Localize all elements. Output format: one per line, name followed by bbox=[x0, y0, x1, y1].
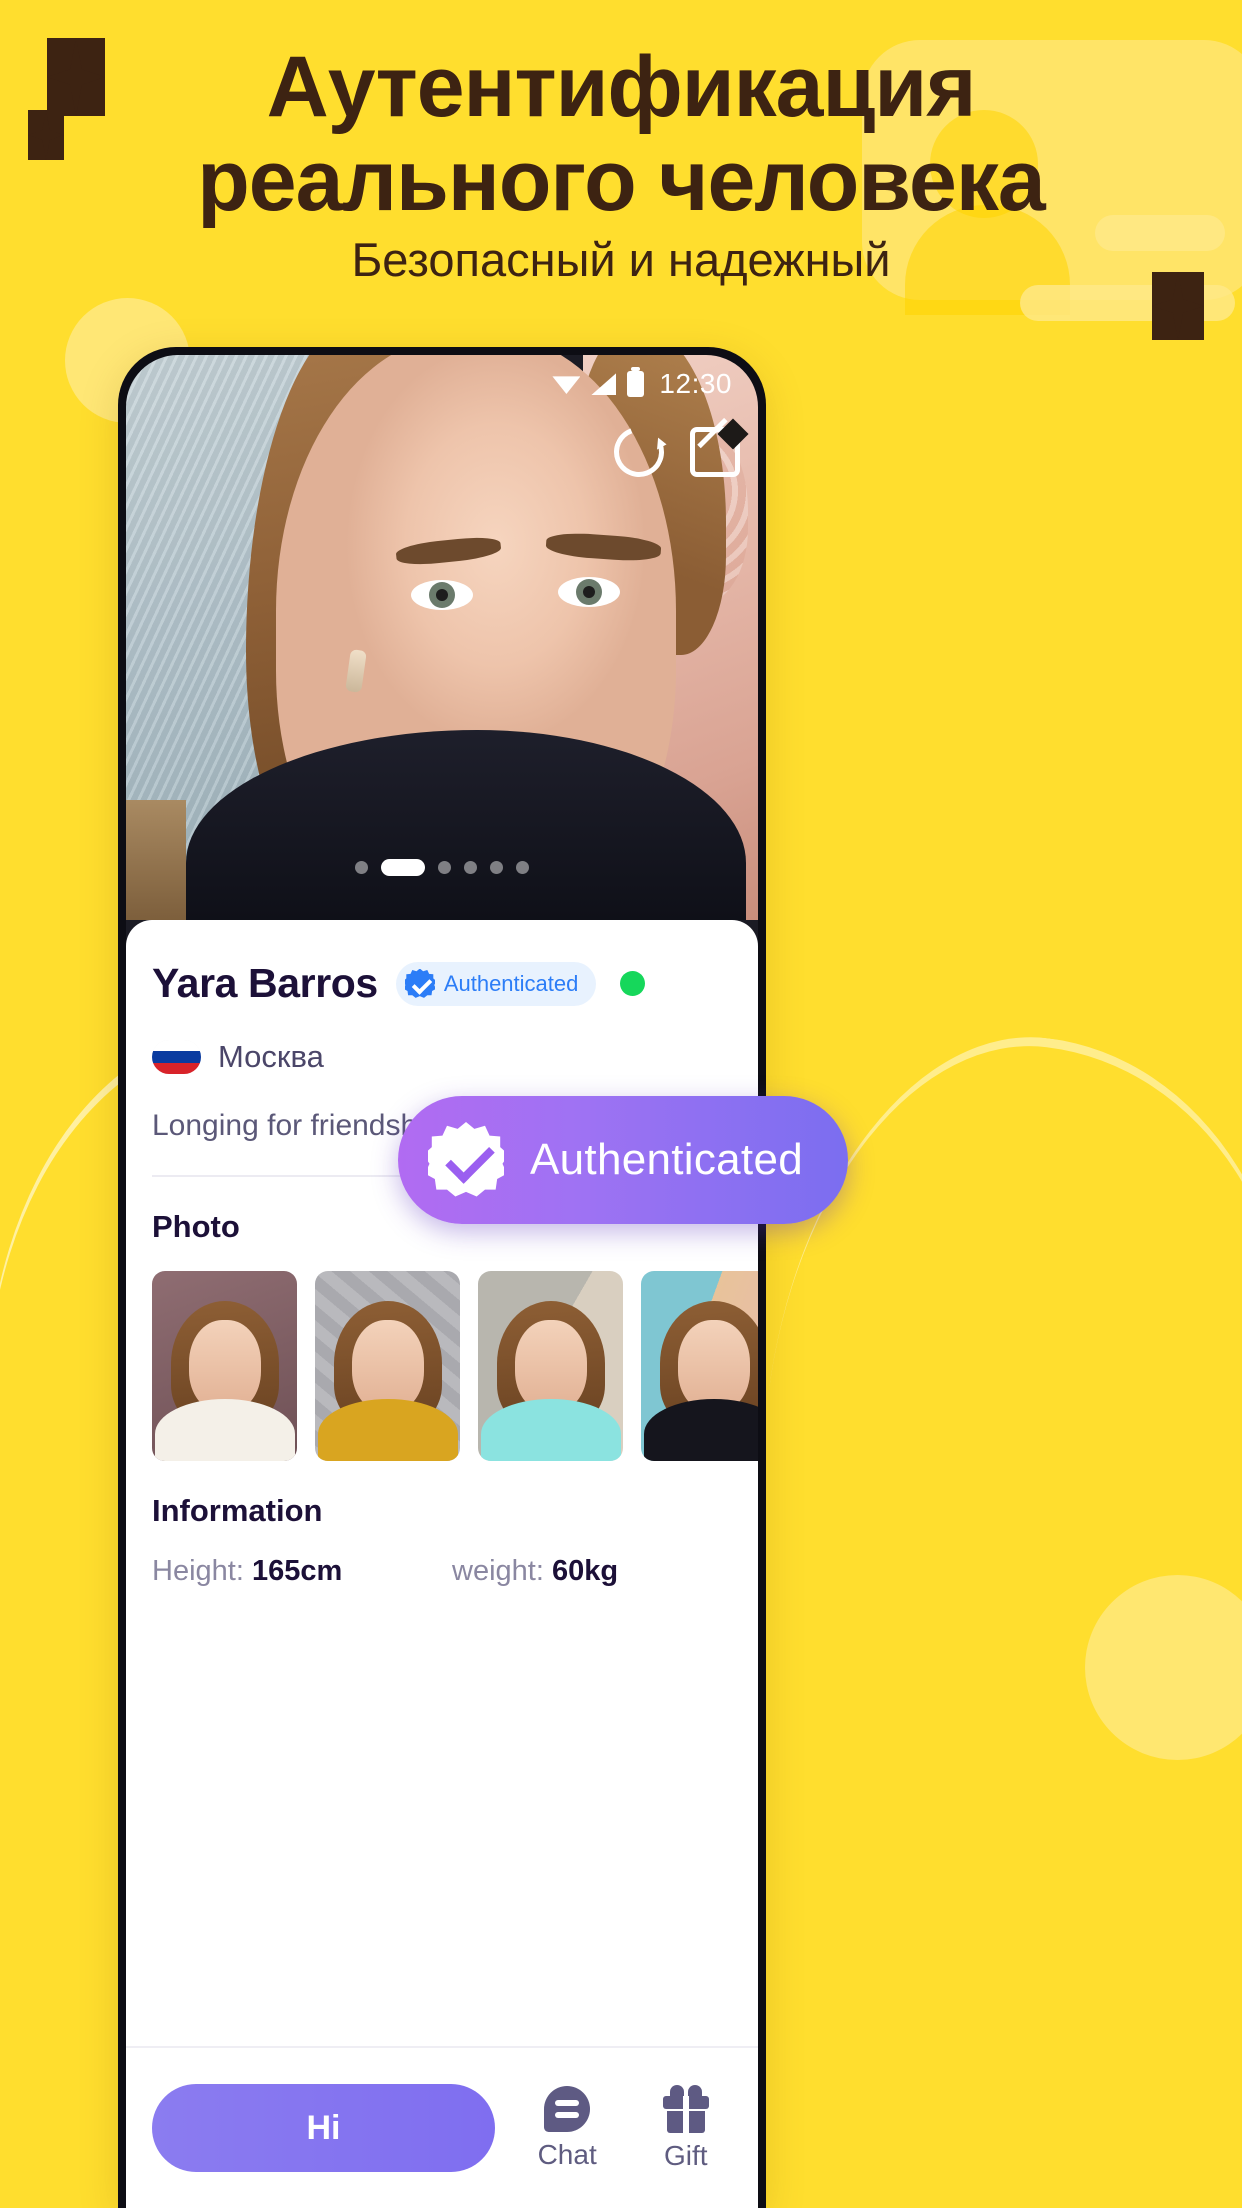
refresh-icon[interactable] bbox=[605, 418, 673, 486]
photo-thumbnail[interactable] bbox=[152, 1271, 297, 1461]
phone-screen: 12:30 Yara Barros Authenticated Москва L… bbox=[126, 355, 758, 2208]
profile-name-row: Yara Barros Authenticated bbox=[152, 920, 732, 1007]
carousel-dot[interactable] bbox=[464, 861, 477, 874]
chat-label: Chat bbox=[537, 2138, 597, 2170]
hero-eye bbox=[411, 580, 473, 610]
information-row: Height: 165cm weight: 60kg bbox=[152, 1555, 732, 1588]
russia-flag-icon bbox=[152, 1040, 201, 1074]
gift-action[interactable]: Gift bbox=[639, 2084, 732, 2172]
authenticated-chip-label: Authenticated bbox=[443, 970, 579, 996]
authenticated-floating-label: Authenticated bbox=[530, 1135, 803, 1184]
chat-action[interactable]: Chat bbox=[521, 2085, 614, 2171]
page-title: Аутентификация реального человека bbox=[0, 43, 1242, 229]
info-weight-label: weight: bbox=[452, 1555, 544, 1587]
bg-bar-shape bbox=[1020, 285, 1235, 321]
verified-starburst-icon bbox=[404, 968, 435, 999]
information-section-title: Information bbox=[152, 1493, 323, 1528]
profile-location: Москва bbox=[218, 1039, 324, 1074]
carousel-dot[interactable] bbox=[490, 861, 503, 874]
verified-starburst-icon bbox=[428, 1122, 504, 1198]
photo-thumbnail[interactable] bbox=[478, 1271, 623, 1461]
info-height-value: 165cm bbox=[251, 1555, 343, 1587]
carousel-dot-active[interactable] bbox=[381, 859, 425, 876]
signal-icon bbox=[591, 373, 617, 395]
hi-button[interactable]: Hi bbox=[152, 2084, 495, 2172]
info-weight: weight: 60kg bbox=[452, 1555, 618, 1588]
battery-icon bbox=[627, 367, 645, 397]
status-bar-time: 12:30 bbox=[659, 368, 732, 399]
info-weight-value: 60kg bbox=[551, 1555, 619, 1587]
wifi-icon bbox=[552, 376, 581, 394]
status-bar: 12:30 bbox=[126, 355, 758, 413]
headline-line-1: Аутентификация bbox=[266, 39, 977, 135]
authenticated-chip[interactable]: Authenticated bbox=[395, 961, 597, 1006]
photo-thumbnail-row bbox=[152, 1271, 758, 1461]
hero-eye bbox=[558, 577, 620, 607]
bg-circle-right bbox=[1085, 1575, 1242, 1760]
info-height: Height: 165cm bbox=[152, 1555, 452, 1588]
gift-label: Gift bbox=[663, 2139, 708, 2171]
carousel-dot[interactable] bbox=[516, 861, 529, 874]
headline-line-2: реального человека bbox=[197, 132, 1046, 229]
profile-name: Yara Barros bbox=[152, 960, 378, 1006]
info-height-label: Height: bbox=[152, 1555, 244, 1587]
profile-location-row: Москва bbox=[152, 1039, 732, 1075]
photo-thumbnail[interactable] bbox=[641, 1271, 758, 1461]
phone-mockup: 12:30 Yara Barros Authenticated Москва L… bbox=[118, 347, 766, 2208]
photo-carousel-indicators[interactable] bbox=[126, 859, 758, 876]
carousel-dot[interactable] bbox=[438, 861, 451, 874]
bottom-action-bar: Hi Chat Gift bbox=[126, 2046, 758, 2208]
bg-swoosh-right bbox=[768, 1009, 1242, 1460]
edit-icon[interactable] bbox=[690, 427, 740, 477]
authenticated-floating-badge[interactable]: Authenticated bbox=[398, 1096, 848, 1224]
online-status-dot bbox=[620, 971, 646, 996]
page-subtitle: Безопасный и надежный bbox=[351, 233, 891, 286]
gift-icon bbox=[662, 2084, 709, 2133]
photo-thumbnail[interactable] bbox=[315, 1271, 460, 1461]
carousel-dot[interactable] bbox=[355, 861, 368, 874]
hero-action-bar bbox=[605, 418, 740, 486]
chat-icon bbox=[544, 2085, 591, 2132]
